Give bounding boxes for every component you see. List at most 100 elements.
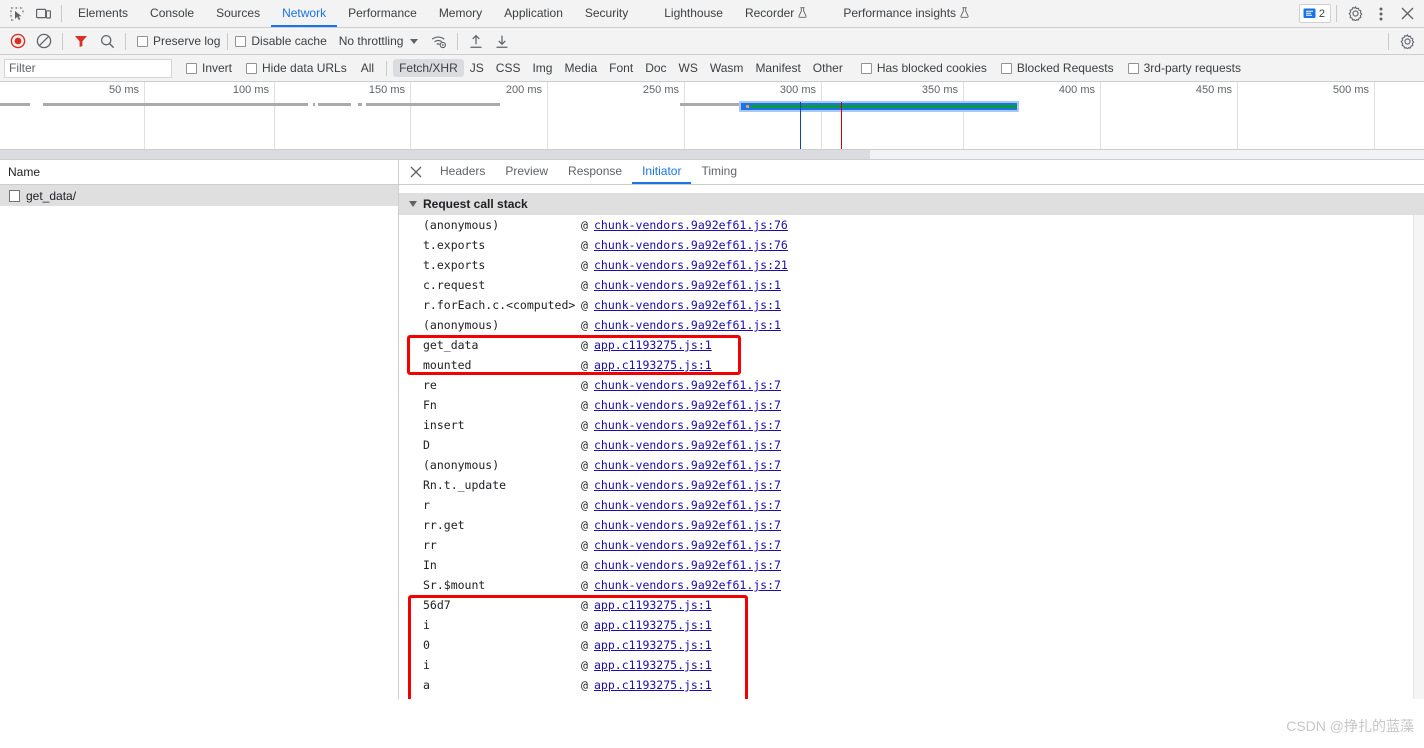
call-stack-source-link[interactable]: chunk-vendors.9a92ef61.js:7 (594, 558, 781, 572)
type-filter-font[interactable]: Font (603, 59, 639, 77)
detail-tab-timing[interactable]: Timing (691, 160, 747, 184)
call-stack-source-link[interactable]: chunk-vendors.9a92ef61.js:1 (594, 318, 781, 332)
chip-label: WS (678, 61, 698, 75)
tab-lighthouse[interactable]: Lighthouse (653, 0, 734, 27)
call-stack-source-link[interactable]: app.c1193275.js:1 (594, 358, 712, 372)
import-har-icon[interactable] (463, 29, 489, 53)
call-stack-source-link[interactable]: chunk-vendors.9a92ef61.js:21 (594, 258, 788, 272)
record-button[interactable] (5, 29, 31, 53)
type-filter-wasm[interactable]: Wasm (704, 59, 750, 77)
call-stack-source-link[interactable]: chunk-vendors.9a92ef61.js:1 (594, 298, 781, 312)
overview-scrollbar[interactable] (0, 149, 1424, 159)
call-stack-row: get_data @ app.c1193275.js:1 (399, 335, 1424, 355)
detail-tab-preview[interactable]: Preview (495, 160, 558, 184)
detail-tab-initiator[interactable]: Initiator (632, 160, 692, 184)
preserve-log-checkbox[interactable]: Preserve log (135, 34, 222, 48)
type-filter-media[interactable]: Media (558, 59, 603, 77)
filter-input[interactable] (4, 58, 172, 78)
call-stack-source-link[interactable]: app.c1193275.js:1 (594, 698, 712, 699)
disable-cache-checkbox[interactable]: Disable cache (233, 34, 328, 48)
call-stack-source-link[interactable]: chunk-vendors.9a92ef61.js:76 (594, 218, 788, 232)
call-stack-source-link[interactable]: chunk-vendors.9a92ef61.js:7 (594, 518, 781, 532)
checkbox-label: 3rd-party requests (1143, 61, 1241, 75)
hide-data-urls-checkbox[interactable]: Hide data URLs (244, 61, 349, 75)
close-details-icon[interactable] (405, 161, 427, 183)
request-call-stack-header[interactable]: Request call stack (399, 193, 1424, 215)
more-options-icon[interactable] (1368, 2, 1394, 26)
type-filter-all[interactable]: All (355, 59, 380, 77)
tab-network[interactable]: Network (271, 0, 338, 27)
overview-scrollbar-thumb[interactable] (0, 150, 870, 159)
tab-memory[interactable]: Memory (428, 0, 493, 27)
at-symbol: @ (581, 618, 588, 632)
call-stack-row: (anonymous) @ chunk-vendors.9a92ef61.js:7 (399, 455, 1424, 475)
call-stack-source-link[interactable]: chunk-vendors.9a92ef61.js:7 (594, 538, 781, 552)
overview-request-download-segment (751, 105, 1017, 108)
inspect-element-icon[interactable] (4, 2, 30, 26)
call-stack-source-link[interactable]: chunk-vendors.9a92ef61.js:7 (594, 458, 781, 472)
type-filter-manifest[interactable]: Manifest (749, 59, 806, 77)
call-stack-source-link[interactable]: chunk-vendors.9a92ef61.js:1 (594, 278, 781, 292)
call-stack-source-link[interactable]: app.c1193275.js:1 (594, 678, 712, 692)
at-symbol: @ (581, 578, 588, 592)
device-toolbar-icon[interactable] (30, 2, 56, 26)
call-stack-source-link[interactable]: chunk-vendors.9a92ef61.js:76 (594, 238, 788, 252)
call-stack-row: Fn @ chunk-vendors.9a92ef61.js:7 (399, 395, 1424, 415)
request-list-header[interactable]: Name (0, 160, 398, 185)
type-filter-fetch-xhr[interactable]: Fetch/XHR (393, 59, 464, 77)
call-stack-source-link[interactable]: chunk-vendors.9a92ef61.js:7 (594, 478, 781, 492)
details-scrollbar[interactable] (1413, 215, 1424, 699)
type-filter-other[interactable]: Other (807, 59, 849, 77)
third-party-requests-checkbox[interactable]: 3rd-party requests (1126, 61, 1243, 75)
section-title: Request call stack (423, 197, 528, 211)
detail-tab-headers[interactable]: Headers (430, 160, 495, 184)
tab-recorder[interactable]: Recorder (734, 0, 818, 27)
has-blocked-cookies-checkbox[interactable]: Has blocked cookies (859, 61, 989, 75)
issues-icon[interactable]: 2 (1298, 4, 1331, 23)
clear-button[interactable] (31, 29, 57, 53)
network-conditions-icon[interactable] (426, 29, 452, 53)
at-symbol: @ (581, 338, 588, 352)
type-filter-ws[interactable]: WS (673, 59, 704, 77)
call-stack-source-link[interactable]: chunk-vendors.9a92ef61.js:7 (594, 418, 781, 432)
network-settings-gear-icon[interactable] (1394, 29, 1420, 53)
call-stack-source-link[interactable]: app.c1193275.js:1 (594, 338, 712, 352)
tab-console[interactable]: Console (139, 0, 205, 27)
call-stack-source-link[interactable]: chunk-vendors.9a92ef61.js:7 (594, 438, 781, 452)
tab-application[interactable]: Application (493, 0, 574, 27)
detail-tab-response[interactable]: Response (558, 160, 632, 184)
invert-checkbox[interactable]: Invert (184, 61, 234, 75)
filter-toggle-icon[interactable] (68, 29, 94, 53)
tab-label: Network (282, 5, 327, 20)
call-stack-source-link[interactable]: chunk-vendors.9a92ef61.js:7 (594, 378, 781, 392)
tab-security[interactable]: Security (574, 0, 639, 27)
call-stack-source-link[interactable]: app.c1193275.js:1 (594, 638, 712, 652)
call-stack-source-link[interactable]: app.c1193275.js:1 (594, 598, 712, 612)
call-stack-source-link[interactable]: app.c1193275.js:1 (594, 618, 712, 632)
export-har-icon[interactable] (489, 29, 515, 53)
blocked-requests-checkbox[interactable]: Blocked Requests (999, 61, 1116, 75)
call-stack-source-link[interactable]: chunk-vendors.9a92ef61.js:7 (594, 578, 781, 592)
type-filter-js[interactable]: JS (464, 59, 490, 77)
call-stack-source-link[interactable]: chunk-vendors.9a92ef61.js:7 (594, 398, 781, 412)
detail-tab-label: Response (568, 164, 623, 178)
throttling-dropdown[interactable]: No throttling (335, 34, 423, 48)
search-icon[interactable] (94, 29, 120, 53)
call-stack-source-link[interactable]: app.c1193275.js:1 (594, 658, 712, 672)
tab-label: Console (150, 5, 195, 20)
type-filter-img[interactable]: Img (526, 59, 558, 77)
overview-tick-label: 150 ms (368, 84, 405, 96)
type-filter-css[interactable]: CSS (490, 59, 527, 77)
call-stack-source-link[interactable]: chunk-vendors.9a92ef61.js:7 (594, 498, 781, 512)
tab-sources[interactable]: Sources (205, 0, 271, 27)
type-filter-doc[interactable]: Doc (639, 59, 672, 77)
close-devtools-icon[interactable] (1394, 2, 1420, 26)
tab-elements[interactable]: Elements (67, 0, 139, 27)
tab-performance[interactable]: Performance (337, 0, 428, 27)
request-row-get-data[interactable]: get_data/ (0, 185, 398, 206)
call-stack-row: r @ chunk-vendors.9a92ef61.js:7 (399, 495, 1424, 515)
tab-performance-insights[interactable]: Performance insights (832, 0, 980, 27)
settings-gear-icon[interactable] (1342, 2, 1368, 26)
network-overview-timeline[interactable]: 50 ms 100 ms 150 ms 200 ms 250 ms 300 ms 350 m… (0, 82, 1424, 160)
at-symbol: @ (581, 598, 588, 612)
